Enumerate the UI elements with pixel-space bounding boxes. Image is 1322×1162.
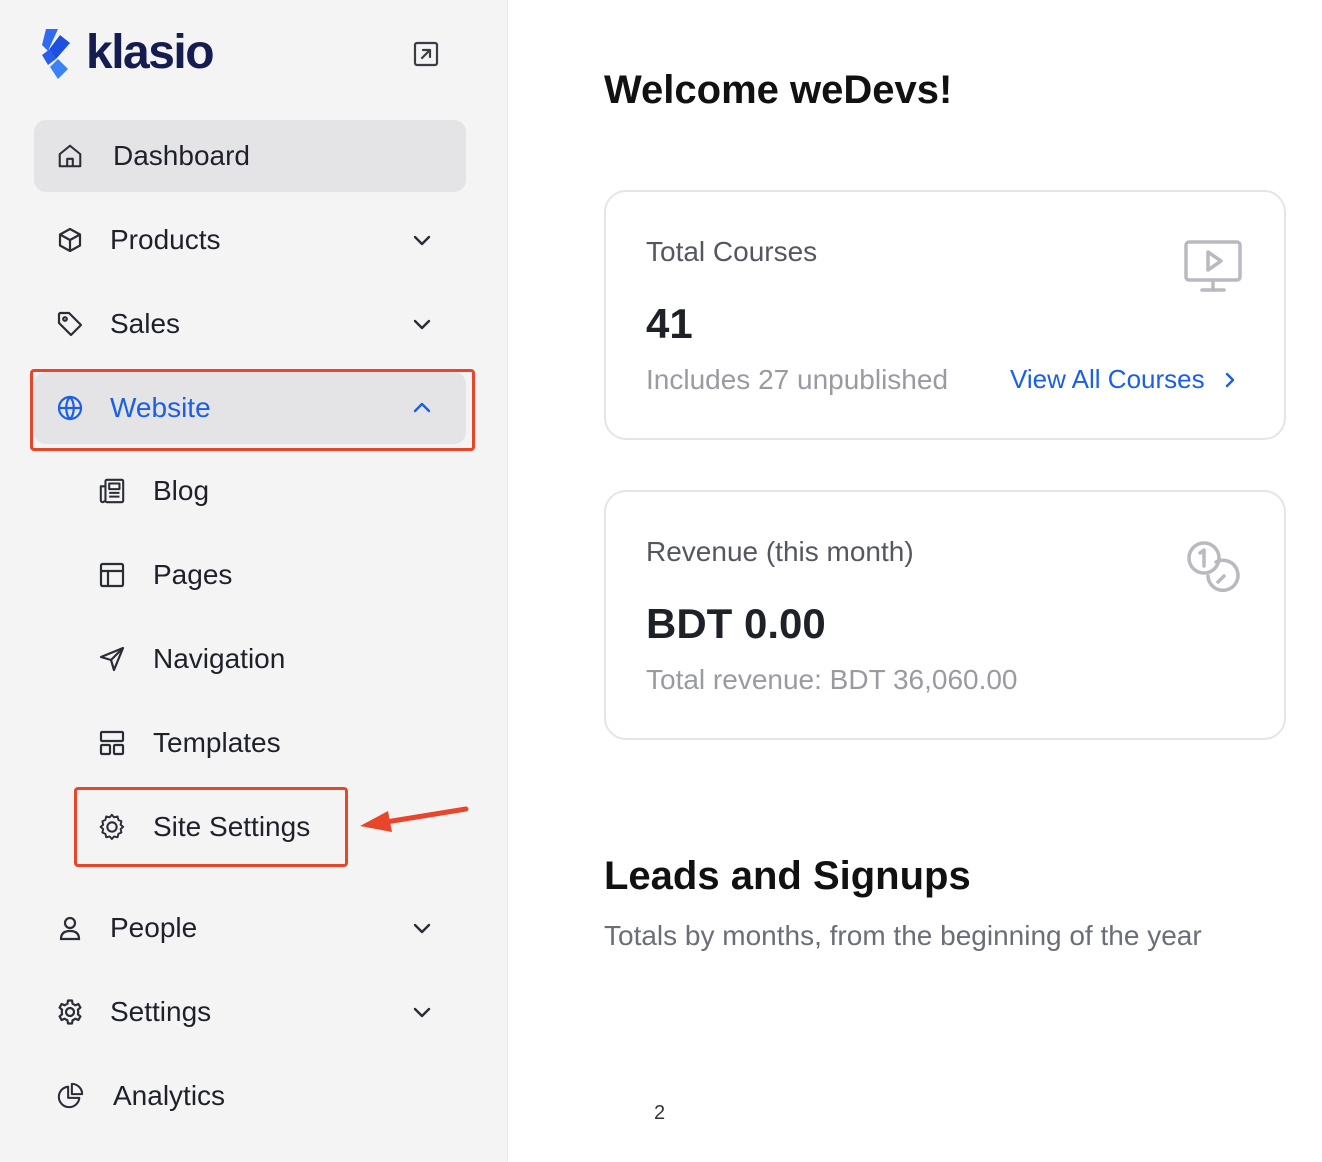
sidebar-item-label: Dashboard	[113, 140, 250, 171]
revenue-card: Revenue (this month) BDT 0.00 Total reve…	[604, 490, 1286, 740]
pie-chart-icon	[56, 1082, 84, 1110]
newspaper-icon	[98, 477, 126, 505]
page-title: Welcome weDevs!	[604, 68, 953, 112]
user-icon	[56, 914, 84, 942]
home-icon	[56, 142, 84, 170]
collapse-sidebar-button[interactable]	[410, 38, 442, 70]
chevron-up-icon	[413, 402, 431, 413]
chevron-down-icon	[413, 923, 431, 934]
link-label: View All Courses	[1010, 364, 1205, 394]
sidebar-subitem-label: Templates	[153, 727, 281, 758]
gear-icon	[56, 998, 84, 1026]
sidebar-item-label: Analytics	[113, 1080, 226, 1111]
sidebar-item-label: Products	[110, 224, 221, 255]
tag-icon	[56, 310, 84, 338]
sidebar-item-website[interactable]: Website	[34, 372, 466, 444]
chart-axis-tick: 2	[654, 1102, 666, 1124]
chevron-down-icon	[413, 235, 431, 246]
sidebar-subitem-blog[interactable]: Blog	[80, 456, 340, 526]
sidebar-item-sales[interactable]: Sales	[34, 288, 466, 360]
layout-icon	[98, 561, 126, 589]
card-title: Revenue (this month)	[646, 536, 914, 567]
sidebar-subitem-label: Blog	[153, 475, 210, 506]
sidebar-subitem-label: Site Settings	[153, 811, 311, 842]
monitor-play-icon	[1184, 240, 1242, 292]
sidebar-subitem-templates[interactable]: Templates	[80, 708, 340, 778]
sidebar-subitem-navigation[interactable]: Navigation	[80, 624, 340, 694]
card-subtext: Total revenue: BDT 36,060.00	[646, 664, 1018, 695]
sidebar: klasio Dashboard Products Sales Website …	[0, 0, 508, 1162]
template-icon	[98, 729, 126, 757]
sidebar-item-analytics[interactable]: Analytics	[34, 1060, 466, 1132]
sidebar-subitem-label: Navigation	[153, 643, 286, 674]
logo[interactable]: klasio	[40, 24, 215, 82]
coins-icon	[1187, 541, 1240, 593]
annotation-arrow-icon	[360, 806, 469, 832]
leads-section-subtitle: Totals by months, from the beginning of …	[604, 920, 1202, 951]
sidebar-item-dashboard[interactable]: Dashboard	[34, 120, 466, 192]
arrow-up-right-square-icon	[413, 41, 439, 67]
card-title: Total Courses	[646, 236, 818, 267]
navigation-arrow-icon	[98, 645, 126, 673]
sidebar-item-label: Sales	[110, 308, 181, 339]
sidebar-item-products[interactable]: Products	[34, 204, 466, 276]
sidebar-item-label: Settings	[110, 996, 212, 1027]
sidebar-item-people[interactable]: People	[34, 892, 466, 964]
globe-icon	[56, 394, 84, 422]
box-icon	[56, 226, 84, 254]
sidebar-item-settings[interactable]: Settings	[34, 976, 466, 1048]
total-courses-card: Total Courses 41 Includes 27 unpublished…	[604, 190, 1286, 440]
chevron-right-icon	[1225, 372, 1234, 387]
cog-icon	[98, 813, 126, 841]
sidebar-subitem-pages[interactable]: Pages	[80, 540, 340, 610]
klasio-logo-icon	[42, 29, 70, 79]
leads-section-title: Leads and Signups	[604, 854, 971, 898]
main-content: Welcome weDevs! Total Courses 41 Include…	[508, 0, 1322, 1162]
sidebar-subitem-site-settings[interactable]: Site Settings	[80, 792, 340, 862]
sidebar-item-label: People	[110, 912, 198, 943]
card-value: 41	[646, 300, 693, 347]
chevron-down-icon	[413, 1007, 431, 1018]
chevron-down-icon	[413, 319, 431, 330]
sidebar-item-label: Website	[110, 392, 211, 423]
card-value: BDT 0.00	[646, 600, 826, 647]
card-subtext: Includes 27 unpublished	[646, 364, 949, 395]
view-all-courses-link[interactable]: View All Courses	[1010, 364, 1239, 395]
logo-text: klasio	[86, 26, 215, 79]
sidebar-subitem-label: Pages	[153, 559, 233, 590]
